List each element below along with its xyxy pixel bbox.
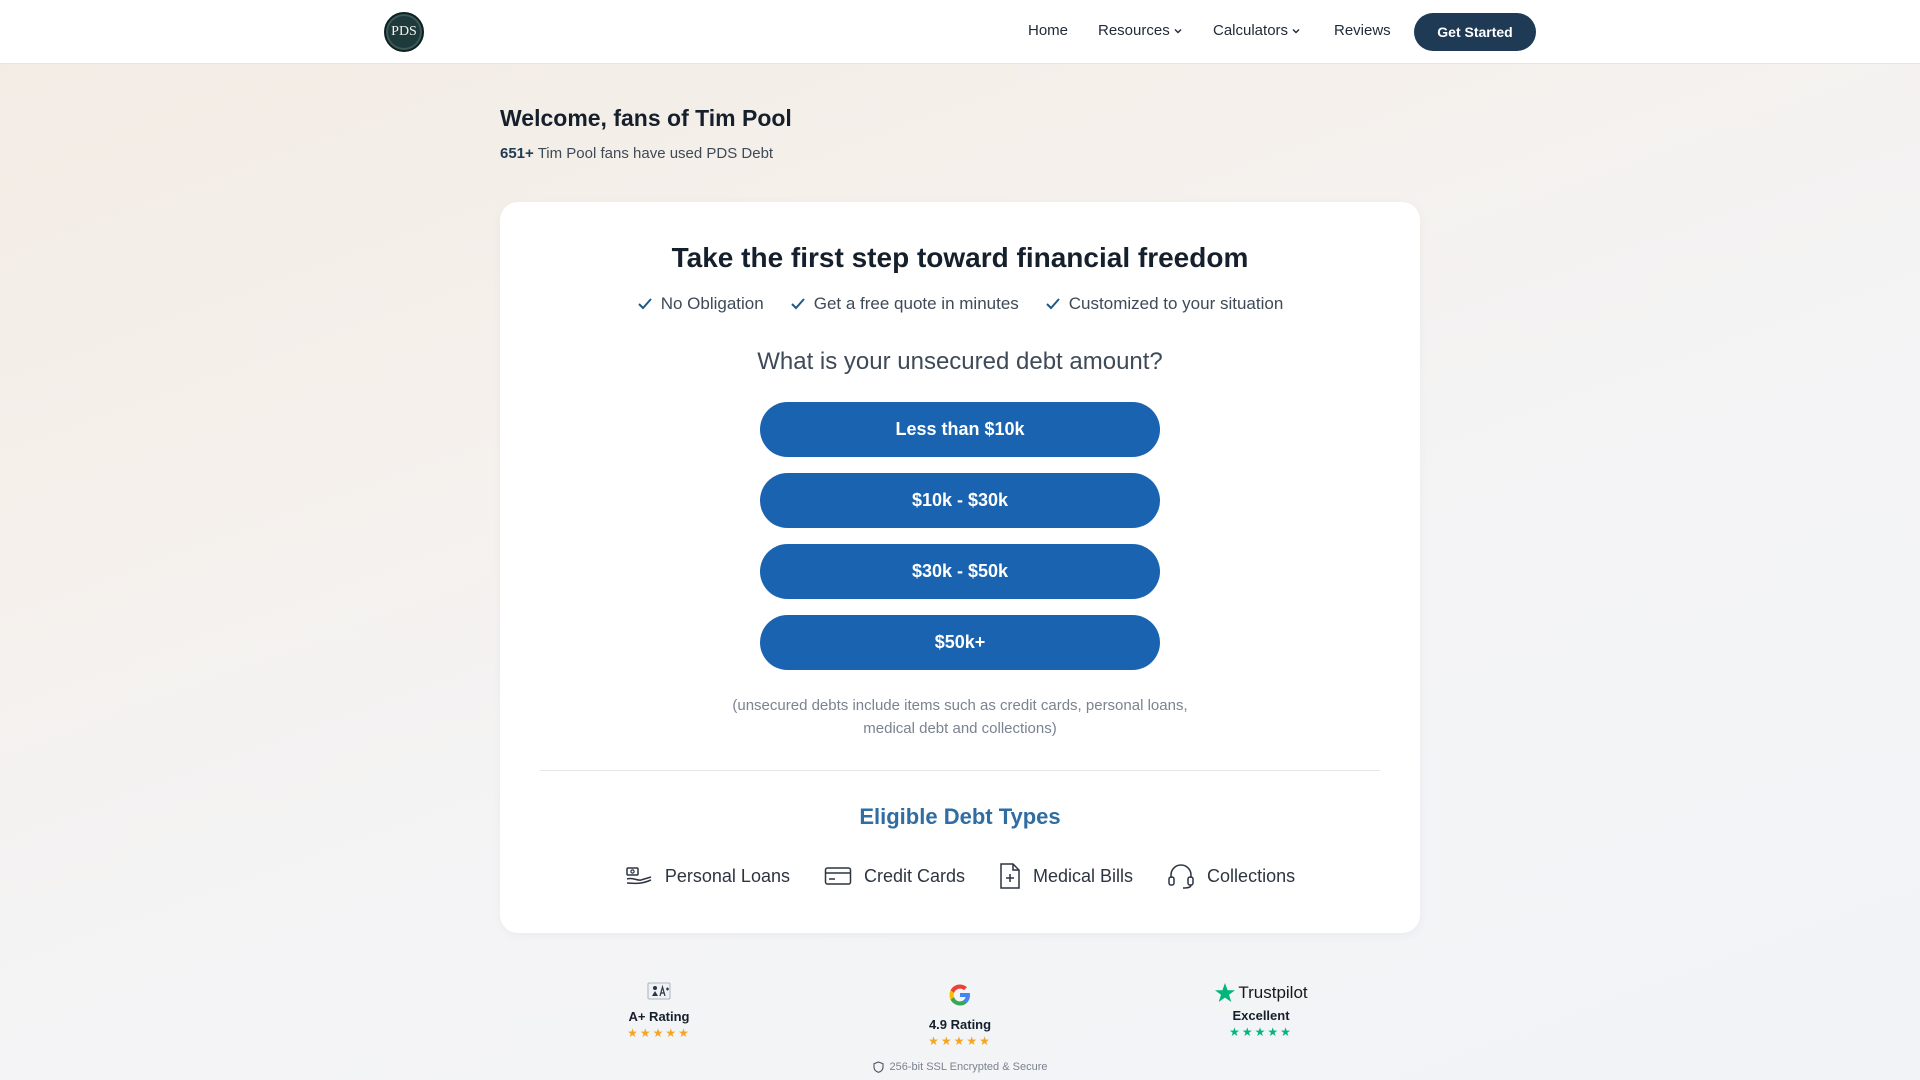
hand-money-icon <box>626 867 652 885</box>
benefit-label: Get a free quote in minutes <box>813 294 1019 313</box>
quote-card: Take the first step toward financial fre… <box>500 202 1420 933</box>
check-icon <box>1046 298 1060 310</box>
benefit-label: Customized to your situation <box>1068 294 1284 313</box>
rating-label: Excellent <box>1232 1008 1290 1023</box>
benefits-list: No Obligation Get a free quote in minute… <box>500 294 1420 314</box>
nav-reviews-label: Reviews <box>1334 22 1391 39</box>
benefit-label: No Obligation <box>660 294 764 313</box>
debt-type-label: Credit Cards <box>863 865 966 886</box>
trustpilot-star-icon <box>1215 983 1236 1002</box>
debt-type-personal-loans: Personal Loans <box>625 862 790 890</box>
nav-resources-label: Resources <box>1098 22 1170 39</box>
medical-document-icon <box>1000 863 1020 889</box>
nav-home-label: Home <box>1028 22 1069 39</box>
rating-stars: ★★★★★ <box>1229 1025 1293 1039</box>
welcome-title: Welcome, fans of Tim Pool <box>500 105 792 131</box>
unsecured-debt-note: (unsecured debts include items such as c… <box>700 694 1220 740</box>
chevron-down-icon <box>1292 28 1300 33</box>
nav-resources[interactable]: Resources <box>1098 22 1182 39</box>
google-rating: 4.9 Rating ★★★★★ <box>900 982 1020 1048</box>
rating-label: A+ Rating <box>628 1009 690 1024</box>
note-line: medical debt and collections) <box>863 720 1057 737</box>
note-line: (unsecured debts include items such as c… <box>732 697 1188 714</box>
site-header: PDS Home Resources Calculators Reviews G… <box>0 0 1920 64</box>
bbb-rating: A+ Rating ★★★★★ <box>599 982 719 1040</box>
check-icon <box>637 298 652 310</box>
headset-icon <box>1168 864 1194 889</box>
rating-stars: ★★★★★ <box>627 1026 691 1040</box>
chevron-down-icon <box>1174 28 1182 33</box>
divider <box>540 770 1380 771</box>
trustpilot-wordmark: Trustpilot <box>1238 983 1308 1002</box>
option-less-than-10k-button[interactable]: Less than $10k <box>760 402 1160 457</box>
get-started-button[interactable]: Get Started <box>1414 13 1536 51</box>
check-icon <box>791 298 805 310</box>
welcome-subtitle: 651+ Tim Pool fans have used PDS Debt <box>500 145 773 162</box>
nav-home[interactable]: Home <box>1028 22 1068 39</box>
eligible-debt-types-title: Eligible Debt Types <box>859 804 1061 829</box>
trustpilot-logo: Trustpilot <box>1201 982 1321 1004</box>
benefit-item: Get a free quote in minutes <box>790 294 1019 314</box>
rating-stars: ★★★★★ <box>928 1034 992 1048</box>
fan-count: 651+ <box>500 145 534 162</box>
security-notice: 256-bit SSL Encrypted & Secure <box>0 1061 1920 1073</box>
bbb-logo-icon <box>647 982 671 1000</box>
debt-type-medical-bills: Medical Bills <box>999 862 1133 890</box>
debt-types-list: Personal Loans Credit Cards Medical Bill… <box>500 862 1420 890</box>
option-10k-30k-button[interactable]: $10k - $30k <box>760 473 1160 528</box>
debt-type-collections: Collections <box>1167 862 1295 890</box>
nav-calculators-label: Calculators <box>1213 22 1289 39</box>
debt-type-label: Collections <box>1207 865 1296 886</box>
trustpilot-rating: Trustpilot Excellent ★★★★★ <box>1201 982 1321 1039</box>
welcome-subtitle-text: Tim Pool fans have used PDS Debt <box>533 145 774 162</box>
credit-card-icon <box>824 867 852 885</box>
nav-reviews[interactable]: Reviews <box>1334 22 1391 39</box>
benefit-item: Customized to your situation <box>1045 294 1284 314</box>
google-logo-icon <box>949 984 970 1006</box>
option-50k-plus-button[interactable]: $50k+ <box>760 615 1160 670</box>
nav-calculators[interactable]: Calculators <box>1213 22 1300 39</box>
option-30k-50k-button[interactable]: $30k - $50k <box>760 544 1160 599</box>
debt-amount-question: What is your unsecured debt amount? <box>757 348 1163 375</box>
main-nav: Home Resources Calculators Reviews Get S… <box>0 0 1920 64</box>
debt-type-label: Medical Bills <box>1033 865 1134 886</box>
security-text: 256-bit SSL Encrypted & Secure <box>889 1061 1048 1073</box>
benefit-item: No Obligation <box>637 294 764 314</box>
shield-icon <box>872 1061 884 1073</box>
rating-label: 4.9 Rating <box>928 1017 992 1032</box>
debt-type-credit-cards: Credit Cards <box>824 862 965 890</box>
card-title: Take the first step toward financial fre… <box>671 242 1249 273</box>
debt-type-label: Personal Loans <box>664 865 790 886</box>
